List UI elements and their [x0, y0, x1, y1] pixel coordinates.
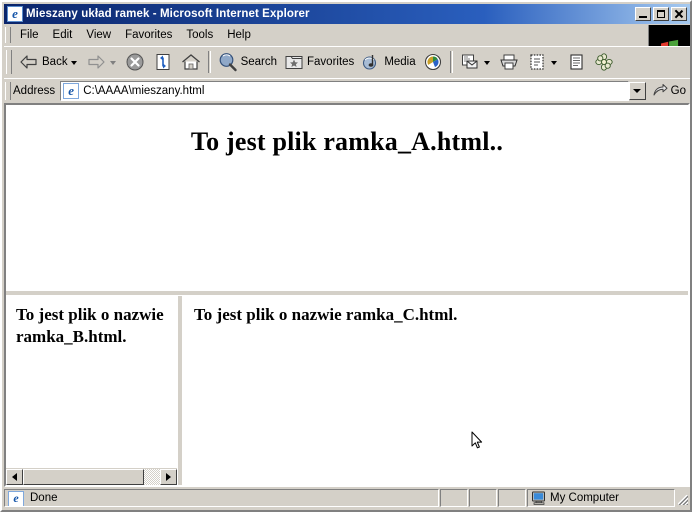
- page-content-area: To jest plik ramka_A.html.. To jest plik…: [4, 103, 690, 487]
- menu-item-view[interactable]: View: [79, 27, 118, 43]
- frame-b-text: To jest plik o nazwie ramka_B.html.: [16, 305, 164, 347]
- edit-dropdown-icon[interactable]: [550, 61, 557, 65]
- address-label: Address: [13, 84, 56, 97]
- frame-b-content: To jest plik o nazwie ramka_B.html.: [6, 296, 177, 468]
- menu-item-tools[interactable]: Tools: [179, 27, 220, 43]
- menu-item-favorites[interactable]: Favorites: [118, 27, 179, 43]
- go-button[interactable]: Go: [649, 80, 690, 102]
- media-icon: [360, 51, 382, 73]
- scroll-right-arrow-icon[interactable]: [160, 469, 177, 485]
- edit-page-icon: [526, 51, 548, 73]
- go-button-label: Go: [670, 84, 686, 97]
- home-icon: [180, 51, 202, 73]
- search-button[interactable]: Search: [214, 49, 280, 75]
- frame-c-text: To jest plik o nazwie ramka_C.html.: [194, 305, 458, 324]
- scrollbar-thumb[interactable]: [23, 469, 144, 485]
- resize-grip[interactable]: [676, 489, 690, 507]
- frame-b-horizontal-scrollbar[interactable]: [6, 468, 177, 485]
- address-bar: Address e C:\AAAA\mieszany.html Go: [4, 78, 690, 102]
- frame-a-heading: To jest plik ramka_A.html..: [190, 127, 504, 156]
- main-toolbar: Back Search Favorites Media: [4, 46, 690, 76]
- back-arrow-icon: [18, 51, 40, 73]
- media-button[interactable]: Media: [357, 49, 418, 75]
- forward-arrow-icon: [85, 51, 107, 73]
- back-button-label: Back: [42, 55, 68, 68]
- discuss-button[interactable]: [562, 49, 590, 75]
- menu-item-edit[interactable]: Edit: [46, 27, 80, 43]
- browser-window: e Mieszany układ ramek - Microsoft Inter…: [0, 0, 692, 512]
- search-icon: [217, 51, 239, 73]
- status-panel-1: [440, 489, 468, 507]
- refresh-button[interactable]: [149, 49, 177, 75]
- bottom-frame-row: To jest plik o nazwie ramka_B.html. To j…: [6, 296, 688, 485]
- scroll-left-arrow-icon[interactable]: [6, 469, 23, 485]
- close-button[interactable]: [671, 7, 687, 21]
- home-button[interactable]: [177, 49, 205, 75]
- forward-dropdown-icon[interactable]: [109, 61, 116, 65]
- back-dropdown-icon[interactable]: [70, 61, 77, 65]
- history-button[interactable]: [419, 49, 447, 75]
- forward-button[interactable]: [82, 49, 121, 75]
- menu-grip-handle[interactable]: [5, 27, 11, 43]
- back-button[interactable]: Back: [15, 49, 82, 75]
- internet-explorer-icon: e: [7, 6, 23, 22]
- stop-icon: [124, 51, 146, 73]
- menu-bar: File Edit View Favorites Tools Help: [4, 25, 690, 71]
- mail-button[interactable]: [456, 49, 495, 75]
- frame-b[interactable]: To jest plik o nazwie ramka_B.html.: [6, 296, 177, 485]
- window-controls: [635, 7, 687, 21]
- favorites-folder-icon: [283, 51, 305, 73]
- messenger-flower-icon: [593, 51, 615, 73]
- search-button-label: Search: [240, 55, 278, 68]
- history-icon: [422, 51, 444, 73]
- window-title: Mieszany układ ramek - Microsoft Interne…: [26, 8, 310, 20]
- menu-item-help[interactable]: Help: [220, 27, 258, 43]
- favorites-button[interactable]: Favorites: [280, 49, 357, 75]
- minimize-button[interactable]: [635, 7, 651, 21]
- status-bar: e Done My Computer: [4, 487, 690, 508]
- toolbar-separator: [207, 50, 211, 73]
- status-text: Done: [30, 492, 58, 504]
- print-button[interactable]: [495, 49, 523, 75]
- title-bar: e Mieszany układ ramek - Microsoft Inter…: [4, 4, 690, 24]
- messenger-button[interactable]: [590, 49, 618, 75]
- security-zone-text: My Computer: [550, 492, 620, 504]
- maximize-button[interactable]: [653, 7, 669, 21]
- status-panel-3: [498, 489, 526, 507]
- security-zone-panel[interactable]: My Computer: [527, 489, 675, 507]
- address-dropdown-button[interactable]: [628, 81, 646, 100]
- frame-c[interactable]: To jest plik o nazwie ramka_C.html.: [183, 296, 688, 485]
- address-grip-handle[interactable]: [5, 81, 11, 100]
- go-arrow-icon: [651, 82, 669, 100]
- internet-explorer-icon: e: [63, 82, 80, 99]
- status-message-panel: e Done: [4, 489, 439, 507]
- frame-a[interactable]: To jest plik ramka_A.html..: [6, 105, 688, 290]
- toolbar-grip-handle[interactable]: [6, 49, 12, 74]
- edit-button[interactable]: [523, 49, 562, 75]
- stop-button[interactable]: [121, 49, 149, 75]
- my-computer-icon: [531, 490, 547, 506]
- favorites-button-label: Favorites: [307, 55, 355, 68]
- mail-dropdown-icon[interactable]: [483, 61, 490, 65]
- menu-item-file[interactable]: File: [13, 27, 46, 43]
- discussions-icon: [565, 51, 587, 73]
- scrollbar-track[interactable]: [23, 469, 160, 485]
- address-input[interactable]: e C:\AAAA\mieszany.html: [60, 80, 629, 101]
- refresh-icon: [152, 51, 174, 73]
- print-icon: [498, 51, 520, 73]
- address-value[interactable]: C:\AAAA\mieszany.html: [83, 85, 627, 97]
- status-panel-2: [469, 489, 497, 507]
- mail-icon: [459, 51, 481, 73]
- toolbar-separator-2: [449, 50, 453, 73]
- media-button-label: Media: [384, 55, 416, 68]
- internet-explorer-icon: e: [8, 490, 24, 506]
